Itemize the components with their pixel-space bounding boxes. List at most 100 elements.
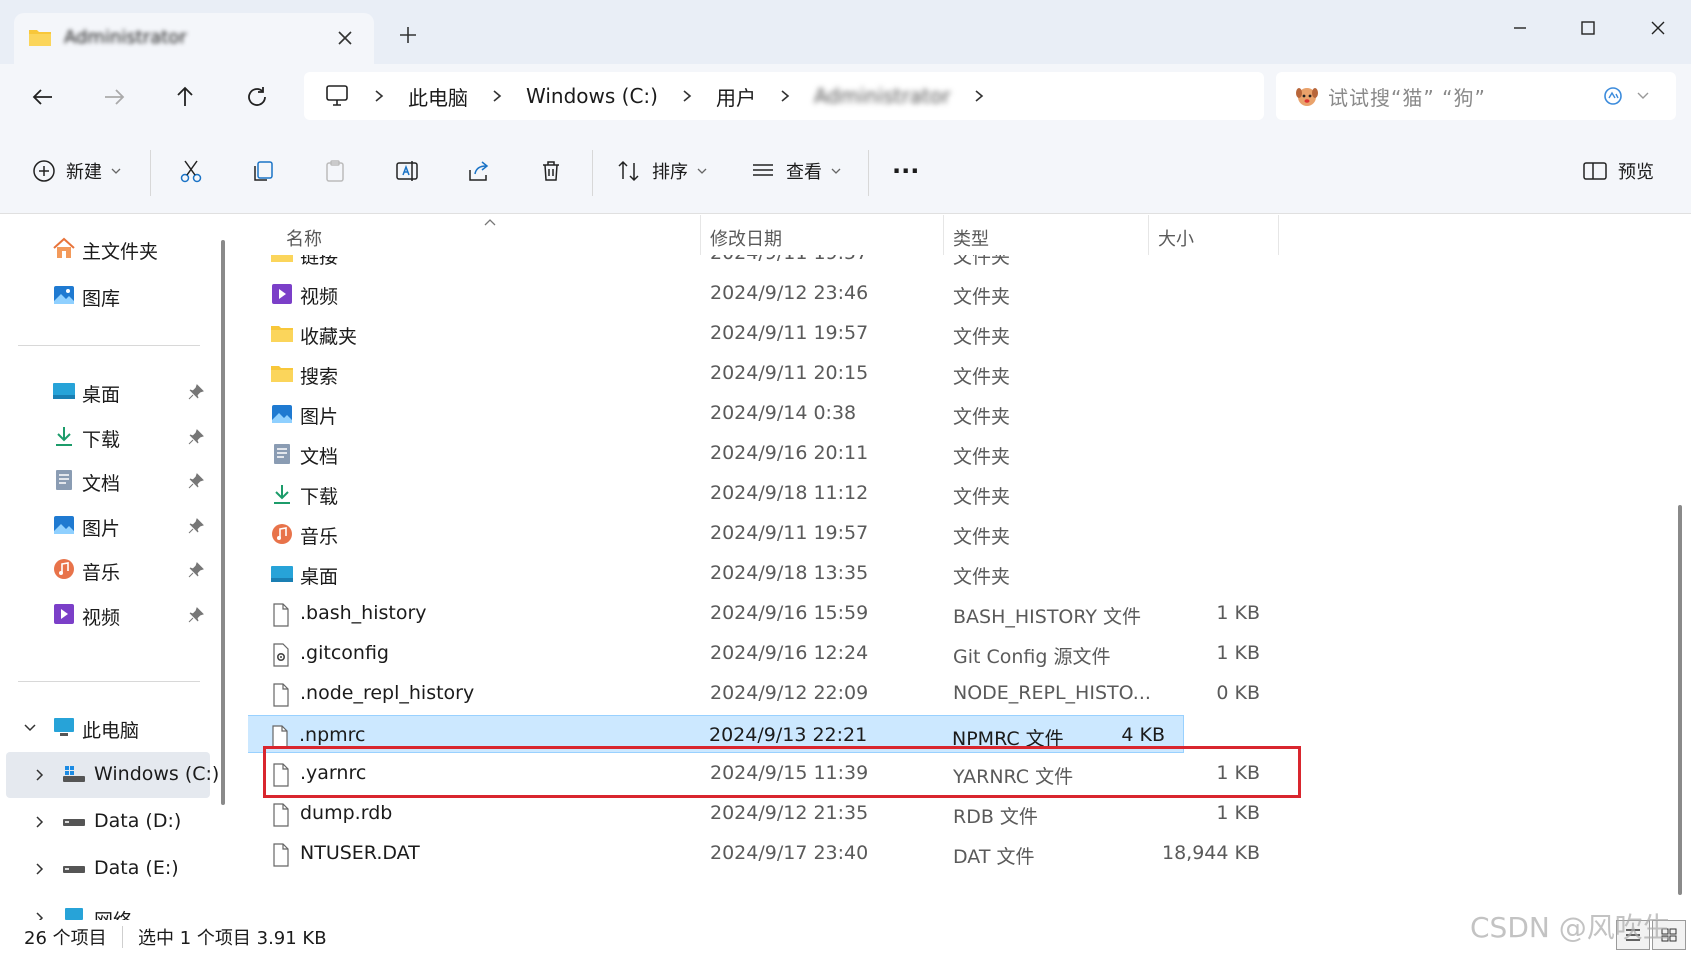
view-button[interactable]: 查看 bbox=[750, 150, 842, 192]
rename-button[interactable] bbox=[394, 150, 420, 192]
pin-icon[interactable] bbox=[188, 607, 204, 623]
file-type: Git Config 源文件 bbox=[953, 646, 1111, 668]
sidebar-item-music[interactable]: 音乐 bbox=[0, 547, 210, 593]
folder-icon bbox=[270, 323, 294, 343]
chevron-right-icon[interactable] bbox=[32, 910, 48, 920]
search-box[interactable]: 试试搜“猫” “狗” bbox=[1276, 72, 1676, 120]
breadcrumb-this-pc[interactable]: 此电脑 bbox=[408, 82, 468, 111]
chevron-down-icon[interactable] bbox=[22, 720, 38, 736]
file-type: 文件夹 bbox=[953, 406, 1011, 428]
file-row[interactable]: 搜索 2024/9/11 20:15 文件夹 bbox=[248, 354, 1278, 394]
chevron-right-icon[interactable] bbox=[778, 89, 792, 103]
file-type: 文件夹 bbox=[953, 366, 1011, 388]
chevron-right-icon[interactable] bbox=[972, 89, 986, 103]
new-tab-button[interactable] bbox=[395, 22, 421, 48]
breadcrumb-user-folder[interactable]: Administrator bbox=[814, 84, 950, 108]
chevron-right-icon[interactable] bbox=[32, 814, 48, 830]
sidebar-item-label: 网络 bbox=[94, 906, 132, 920]
file-row[interactable]: .gitconfig 2024/9/16 12:24 Git Config 源文件 1… bbox=[248, 634, 1278, 674]
chevron-right-icon[interactable] bbox=[372, 89, 386, 103]
sidebar-item-network[interactable]: 网络 bbox=[0, 895, 210, 920]
file-icon bbox=[270, 683, 292, 707]
forward-button[interactable] bbox=[97, 80, 131, 114]
sidebar-item-drive-e[interactable]: Data (E:) bbox=[0, 846, 210, 892]
new-button[interactable]: 新建 bbox=[32, 150, 122, 192]
pin-icon[interactable] bbox=[188, 473, 204, 489]
search-input[interactable]: 试试搜“猫” “狗” bbox=[1328, 82, 1486, 111]
sidebar-item-desktop[interactable]: 桌面 bbox=[0, 369, 210, 415]
documents-icon bbox=[52, 469, 76, 491]
chevron-down-icon[interactable] bbox=[1636, 89, 1650, 103]
file-row[interactable]: 桌面 2024/9/18 13:35 文件夹 bbox=[248, 554, 1278, 594]
delete-button[interactable] bbox=[538, 150, 564, 192]
paste-button[interactable] bbox=[322, 150, 348, 192]
navigation-bar: 此电脑 Windows (C:) 用户 Administrator 试试搜“猫”… bbox=[0, 64, 1691, 130]
share-button[interactable] bbox=[466, 150, 492, 192]
refresh-button[interactable] bbox=[240, 80, 274, 114]
maximize-button[interactable] bbox=[1568, 12, 1608, 44]
file-row[interactable]: 图片 2024/9/14 0:38 文件夹 bbox=[248, 394, 1278, 434]
sidebar-item-label: Data (E:) bbox=[94, 857, 179, 879]
pin-icon[interactable] bbox=[188, 562, 204, 578]
sidebar-item-documents[interactable]: 文档 bbox=[0, 458, 210, 504]
column-header-name[interactable]: 名称 bbox=[286, 225, 322, 251]
file-row[interactable]: 文档 2024/9/16 20:11 文件夹 bbox=[248, 434, 1278, 474]
file-modified: 2024/9/11 19:57 bbox=[710, 322, 869, 344]
sidebar-item-videos[interactable]: 视频 bbox=[0, 592, 210, 638]
sidebar-scrollbar[interactable] bbox=[221, 240, 225, 805]
back-button[interactable] bbox=[26, 80, 60, 114]
file-name: 桌面 bbox=[300, 566, 339, 588]
up-button[interactable] bbox=[168, 80, 202, 114]
sidebar-item-drive-d[interactable]: Data (D:) bbox=[0, 799, 210, 845]
file-modified: 2024/9/16 12:24 bbox=[710, 642, 869, 664]
sidebar-item-home[interactable]: 主文件夹 bbox=[0, 226, 210, 272]
pin-icon[interactable] bbox=[188, 518, 204, 534]
close-window-button[interactable] bbox=[1638, 12, 1678, 44]
sidebar-item-gallery[interactable]: 图库 bbox=[0, 273, 210, 319]
pin-icon[interactable] bbox=[188, 384, 204, 400]
pin-icon[interactable] bbox=[188, 429, 204, 445]
sidebar-item-this-pc[interactable]: 此电脑 bbox=[0, 705, 210, 751]
file-row[interactable]: dump.rdb 2024/9/12 21:35 RDB 文件 1 KB bbox=[248, 794, 1278, 834]
chevron-right-icon[interactable] bbox=[32, 767, 48, 783]
address-bar[interactable]: 此电脑 Windows (C:) 用户 Administrator bbox=[304, 72, 1264, 120]
chevron-right-icon[interactable] bbox=[680, 89, 694, 103]
file-row[interactable]: 下载 2024/9/18 11:12 文件夹 bbox=[248, 474, 1278, 514]
sidebar-item-label: 视频 bbox=[82, 607, 121, 629]
minimize-button[interactable] bbox=[1500, 12, 1540, 44]
sidebar-item-drive-c[interactable]: Windows (C:) bbox=[0, 752, 219, 798]
copy-button[interactable] bbox=[250, 150, 276, 192]
breadcrumb-drive-c[interactable]: Windows (C:) bbox=[526, 84, 658, 108]
active-tab[interactable]: Administrator bbox=[14, 13, 374, 64]
cut-button[interactable] bbox=[178, 150, 204, 192]
chevron-right-icon[interactable] bbox=[32, 861, 48, 877]
sort-button[interactable]: 排序 bbox=[616, 150, 708, 192]
more-options-button[interactable]: ··· bbox=[892, 150, 919, 192]
file-row[interactable]: 音乐 2024/9/11 19:57 文件夹 bbox=[248, 514, 1278, 554]
file-row[interactable]: .bash_history 2024/9/16 15:59 BASH_HISTORY… bbox=[248, 594, 1278, 634]
chevron-right-icon[interactable] bbox=[490, 89, 504, 103]
file-name: 收藏夹 bbox=[300, 326, 358, 348]
column-header-size[interactable]: 大小 bbox=[1158, 225, 1194, 251]
sidebar-item-downloads[interactable]: 下载 bbox=[0, 414, 210, 460]
file-icon bbox=[270, 843, 292, 867]
column-header-modified[interactable]: 修改日期 bbox=[710, 225, 782, 251]
breadcrumb-users[interactable]: 用户 bbox=[716, 82, 756, 111]
file-row[interactable]: .node_repl_history 2024/9/12 22:09 NODE_RE… bbox=[248, 674, 1278, 714]
sidebar-item-pictures[interactable]: 图片 bbox=[0, 503, 210, 549]
file-row[interactable]: NTUSER.DAT 2024/9/17 23:40 DAT 文件 18,944 KB bbox=[248, 834, 1278, 874]
file-modified: 2024/9/12 22:09 bbox=[710, 682, 869, 704]
file-size: 4 KB bbox=[1121, 724, 1165, 746]
file-list-scrollbar[interactable] bbox=[1678, 505, 1682, 895]
view-list-icon bbox=[753, 164, 773, 176]
column-header-type[interactable]: 类型 bbox=[953, 225, 989, 251]
sidebar-item-label: Data (D:) bbox=[94, 810, 182, 832]
trash-icon bbox=[543, 161, 559, 181]
computer-icon[interactable] bbox=[324, 84, 350, 108]
file-row[interactable]: 视频 2024/9/12 23:46 文件夹 bbox=[248, 274, 1278, 314]
close-tab-icon[interactable] bbox=[332, 25, 358, 51]
rename-icon bbox=[396, 161, 418, 181]
search-scope-icon[interactable] bbox=[1602, 85, 1624, 107]
preview-pane-button[interactable]: 预览 bbox=[1582, 150, 1654, 192]
file-row[interactable]: 收藏夹 2024/9/11 19:57 文件夹 bbox=[248, 314, 1278, 354]
